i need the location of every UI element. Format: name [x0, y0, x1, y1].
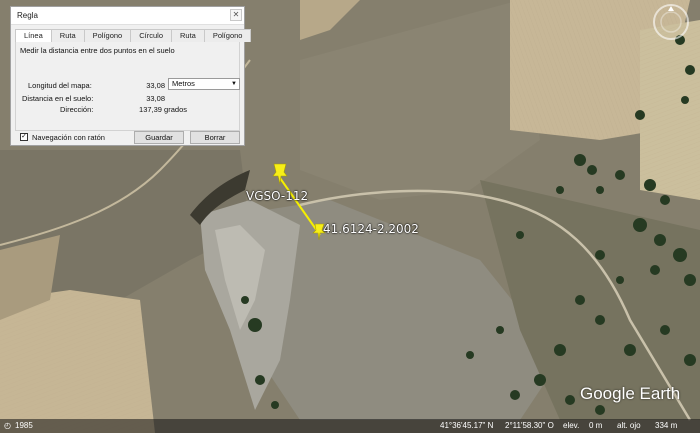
placemark-label[interactable]: VGSO-112 — [246, 189, 308, 203]
placemark-label[interactable]: 41.6124-2.2002 — [323, 222, 419, 236]
units-selected-value: Metros — [172, 79, 195, 88]
tab-polygon-3d[interactable]: Polígono 3D — [203, 29, 252, 52]
tab-path[interactable]: Ruta — [50, 29, 85, 42]
direction-label: Dirección: — [60, 105, 94, 114]
eye-altitude-value: 334 m — [655, 421, 678, 430]
save-button[interactable]: Guardar — [134, 131, 184, 144]
close-icon[interactable]: ✕ — [230, 9, 242, 21]
eye-altitude-label: alt. ojo — [617, 421, 641, 430]
tab-path-3d[interactable]: Ruta 3D — [171, 29, 205, 52]
units-select[interactable]: Metros ▼ — [168, 78, 240, 90]
compass-icon[interactable] — [651, 2, 691, 42]
ruler-tabs: Línea Ruta Polígono Círculo Ruta 3D Polí… — [15, 29, 252, 52]
map-length-value: 33,08 — [146, 81, 165, 90]
clear-button[interactable]: Borrar — [190, 131, 240, 144]
longitude-readout: 2°11'58.30" O — [505, 421, 554, 430]
navigation-label: Navegación con ratón — [32, 133, 105, 142]
elevation-label: elev. — [563, 421, 580, 430]
tab-line[interactable]: Línea — [15, 29, 52, 43]
tab-circle[interactable]: Círculo — [130, 29, 172, 42]
google-earth-logo: Google Earth — [580, 384, 681, 403]
chevron-down-icon[interactable]: ▼ — [231, 79, 237, 89]
elevation-value: 0 m — [589, 421, 603, 430]
direction-value: 137,39 grados — [139, 105, 187, 114]
dialog-footer: ✓ Navegación con ratón Guardar Borrar — [17, 129, 240, 145]
ground-distance-value: 33,08 — [146, 94, 165, 103]
ruler-dialog: Regla ✕ Línea Ruta Polígono Círculo Ruta… — [10, 6, 252, 146]
latitude-readout: 41°36'45.17" N — [440, 421, 494, 430]
imagery-year: 1985 — [15, 421, 33, 430]
map-length-label: Longitud del mapa: — [28, 81, 92, 90]
tab-polygon[interactable]: Polígono — [83, 29, 132, 42]
dialog-title: Regla — [17, 11, 38, 20]
imagery-date-icon[interactable]: ◴ — [4, 421, 11, 430]
panel-description: Medir la distancia entre dos puntos en e… — [20, 46, 175, 55]
status-bar: ◴ 1985 41°36'45.17" N 2°11'58.30" O elev… — [0, 419, 700, 433]
ground-distance-label: Distancia en el suelo: — [22, 94, 94, 103]
line-panel: Medir la distancia entre dos puntos en e… — [15, 42, 240, 131]
navigation-checkbox[interactable]: ✓ — [20, 133, 28, 141]
dialog-titlebar[interactable]: Regla ✕ — [11, 7, 244, 25]
